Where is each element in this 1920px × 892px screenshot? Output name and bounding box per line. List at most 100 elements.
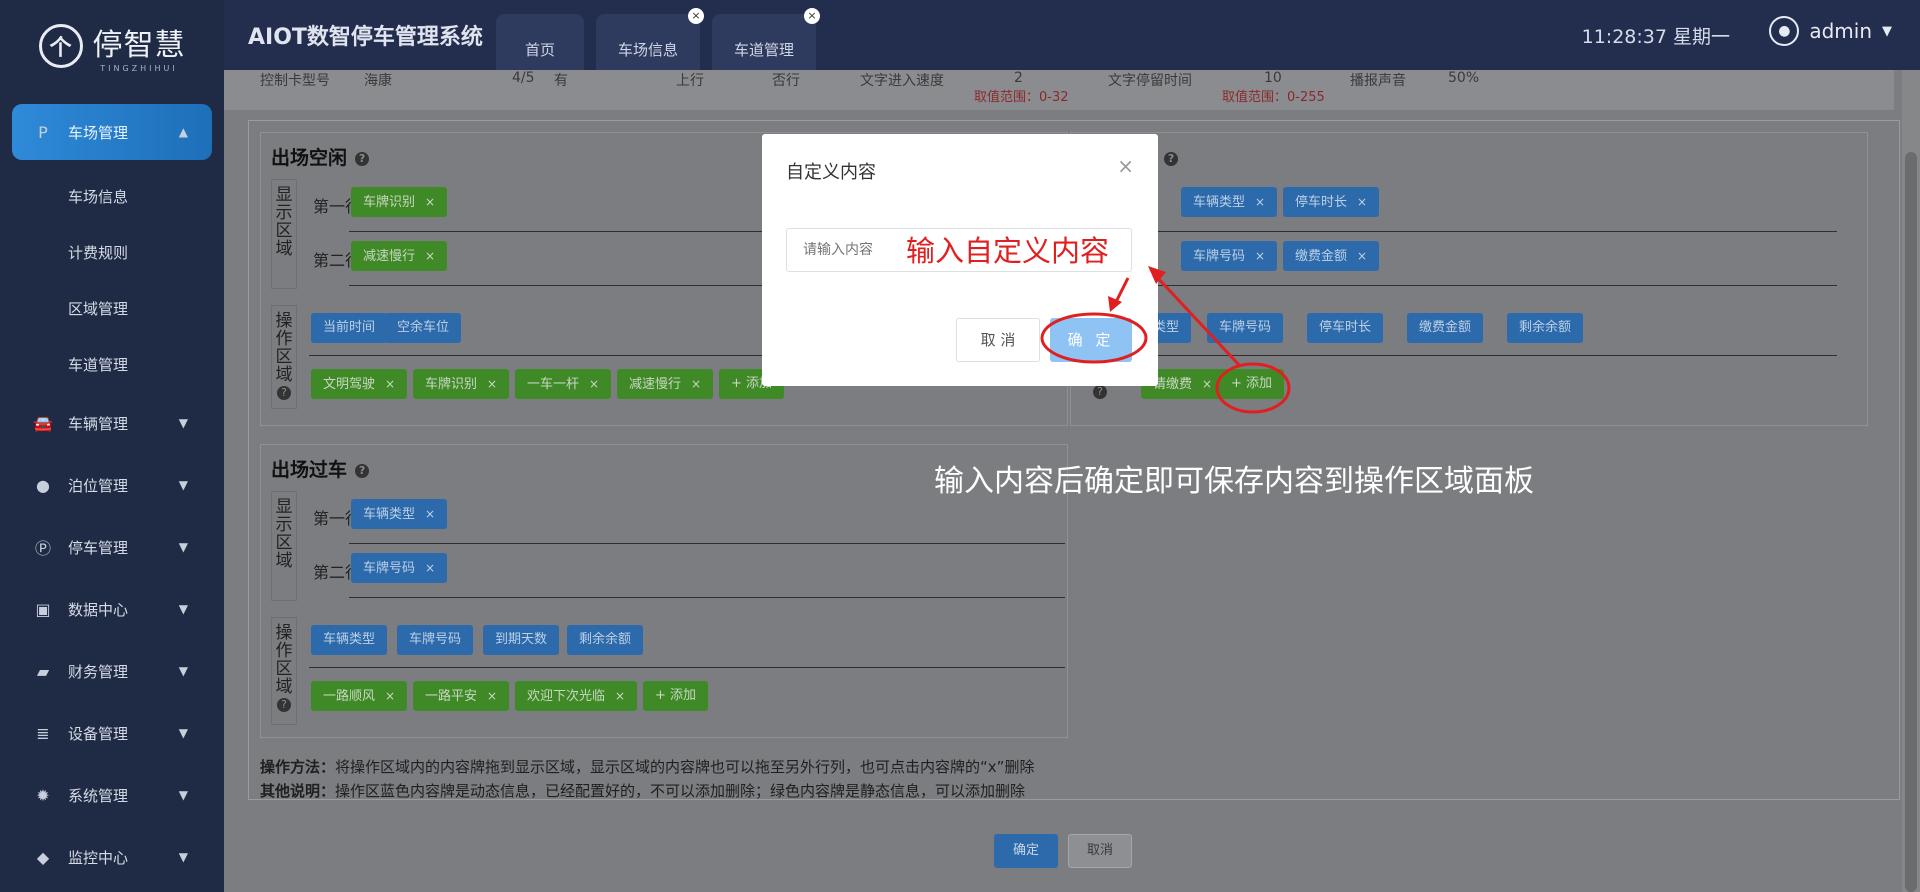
car-icon: 🚘 [33,413,53,433]
chip-current-time[interactable]: 当前时间 [311,313,388,343]
close-icon[interactable]: × [691,377,701,391]
menu-system[interactable]: ✹ 系统管理 ▼ [0,764,224,826]
save-button[interactable]: 确定 [994,834,1058,868]
menu-berth[interactable]: ● 泊位管理 ▼ [0,454,224,516]
gear-icon: ✹ [36,785,50,805]
sidebar: 个 停智慧 TINGZHIHUI P 车场管理 ▲ 车场信息 计费规则 区域管理… [0,0,224,892]
chip-payment-amount[interactable]: 缴费金额 × [1283,241,1380,271]
parking-icon: P [38,122,48,142]
close-icon[interactable]: × [385,377,395,391]
chip-parking-duration-op[interactable]: 停车时长 [1307,313,1384,343]
close-icon[interactable]: × [1357,195,1367,209]
close-icon[interactable]: × [425,561,435,575]
chip-payment-amount-op[interactable]: 缴费金额 [1407,313,1484,343]
dialog-title: 自定义内容 [786,162,876,183]
chevron-down-icon: ▼ [178,726,188,740]
close-icon[interactable]: × [425,195,435,209]
dialog-cancel-button[interactable]: 取 消 [956,318,1040,362]
logo-title: 停智慧 [92,27,186,63]
close-icon[interactable]: × [385,689,395,703]
app-title: AIOT数智停车管理系统 [248,25,483,50]
close-icon[interactable]: × [1255,249,1265,263]
stay-range-hint: 取值范围：0-255 [1222,90,1325,105]
submenu-zone-management[interactable]: 区域管理 [0,280,224,336]
chevron-down-icon: ▼ [178,664,188,678]
chip-remaining-balance[interactable]: 剩余余额 [1507,313,1584,343]
help-icon[interactable]: ? [277,386,291,400]
close-icon[interactable]: × [1255,195,1265,209]
chip-vehicle-type[interactable]: 车辆类型 × [351,499,448,529]
chevron-down-icon: ▼ [178,416,188,430]
close-icon[interactable]: × [688,8,705,24]
close-icon[interactable]: × [1202,377,1212,391]
help-icon[interactable]: ? [1164,151,1179,166]
close-icon[interactable]: × [425,507,435,521]
avatar-icon: ● [1769,16,1800,46]
chip-slow-down[interactable]: 减速慢行 × [351,241,448,271]
close-icon[interactable]: × [487,377,497,391]
dialog-confirm-button[interactable]: 确 定 [1050,318,1132,362]
menu-monitor[interactable]: ◆ 监控中心 ▼ [0,826,224,888]
close-icon[interactable]: × [1117,154,1134,178]
instructions-other: 其他说明：操作区蓝色内容牌是动态信息，已经配置好的，不可以添加删除；绿色内容牌是… [260,782,1026,800]
close-icon[interactable]: × [615,689,625,703]
close-icon[interactable]: × [487,689,497,703]
chip-days-to-expire[interactable]: 到期天数 [483,625,560,655]
wallet-icon: ▰ [36,661,50,681]
chip-one-car-one-bar[interactable]: 一车一杆 × [515,369,612,399]
chip-welcome-back[interactable]: 欢迎下次光临 × [515,681,638,711]
menu-finance[interactable]: ▰ 财务管理 ▼ [0,640,224,702]
scrollbar-thumb[interactable] [1905,152,1917,892]
chip-remaining-balance[interactable]: 剩余余额 [567,625,644,655]
add-chip-button[interactable]: + 添加 [1219,369,1285,399]
help-icon[interactable]: ? [355,151,370,166]
close-icon[interactable]: × [804,8,821,24]
section-title: 出场过车? [271,455,370,482]
chip-safe-journey[interactable]: 一路平安 × [413,681,510,711]
scrollbar[interactable] [1902,70,1920,892]
menu-device[interactable]: ≣ 设备管理 ▼ [0,702,224,764]
submenu-billing-rules[interactable]: 计费规则 [0,224,224,280]
close-icon[interactable]: × [425,249,435,263]
chip-plate-number-op[interactable]: 车牌号码 [1207,313,1284,343]
menu-parking-lot[interactable]: P 车场管理 ▲ [12,104,212,160]
menu-vehicle[interactable]: 🚘 车辆管理 ▼ [0,392,224,454]
display-area-label: 显示区域 [271,491,297,601]
add-chip-button[interactable]: + 添加 [643,681,709,711]
chip-slow-down-op[interactable]: 减速慢行 × [617,369,714,399]
menu-label: 车场管理 [68,123,129,142]
user-menu[interactable]: ● admin ▼ [1769,16,1892,46]
help-icon[interactable]: ? [277,698,291,712]
chip-free-spaces[interactable]: 空余车位 [385,313,462,343]
logo-subtitle: TINGZHIHUI [100,63,178,73]
menu-parking[interactable]: Ⓟ 停车管理 ▼ [0,516,224,578]
chip-parking-duration[interactable]: 停车时长 × [1283,187,1380,217]
display-area-label: 显示区域 [271,179,297,289]
ops-area-label: 操作区域? [271,617,297,725]
instructions-method: 操作方法：将操作区域内的内容牌拖到显示区域，显示区域的内容牌也可以拖至另外行列，… [260,758,1035,776]
chevron-down-icon: ▼ [178,540,188,554]
cancel-button[interactable]: 取消 [1068,834,1132,868]
section-display: 示? 行 车辆类型× 停车时长× 行 车牌号码× 缴费金额× 类型 车牌号码 停… [1070,132,1868,426]
close-icon[interactable]: × [589,377,599,391]
chevron-down-icon: ▼ [178,850,188,864]
speed-range-hint: 取值范围：0-32 [974,90,1069,105]
submenu-lot-info[interactable]: 车场信息 [0,168,224,224]
menu-data-center[interactable]: ▣ 数据中心 ▼ [0,578,224,640]
chip-plate-recognition-op[interactable]: 车牌识别 × [413,369,510,399]
chip-plate-number[interactable]: 车牌号码 × [351,553,448,583]
submenu-lane-management[interactable]: 车道管理 [0,336,224,392]
chip-plate-recognition[interactable]: 车牌识别 × [351,187,448,217]
chip-vehicle-type[interactable]: 车辆类型 × [1181,187,1278,217]
help-icon[interactable]: ? [355,463,370,478]
chip-vehicle-type-op[interactable]: 车辆类型 [311,625,388,655]
close-icon[interactable]: × [1357,249,1367,263]
section-title: 出场空闲? [271,143,370,170]
chip-plate-number[interactable]: 车牌号码 × [1181,241,1278,271]
chevron-down-icon: ▼ [178,478,188,492]
help-icon[interactable]: ? [1093,385,1107,399]
chip-bon-voyage[interactable]: 一路顺风 × [311,681,408,711]
chip-plate-number-op[interactable]: 车牌号码 [397,625,474,655]
chip-civil-driving[interactable]: 文明驾驶 × [311,369,408,399]
logo: 个 停智慧 TINGZHIHUI [0,0,224,92]
